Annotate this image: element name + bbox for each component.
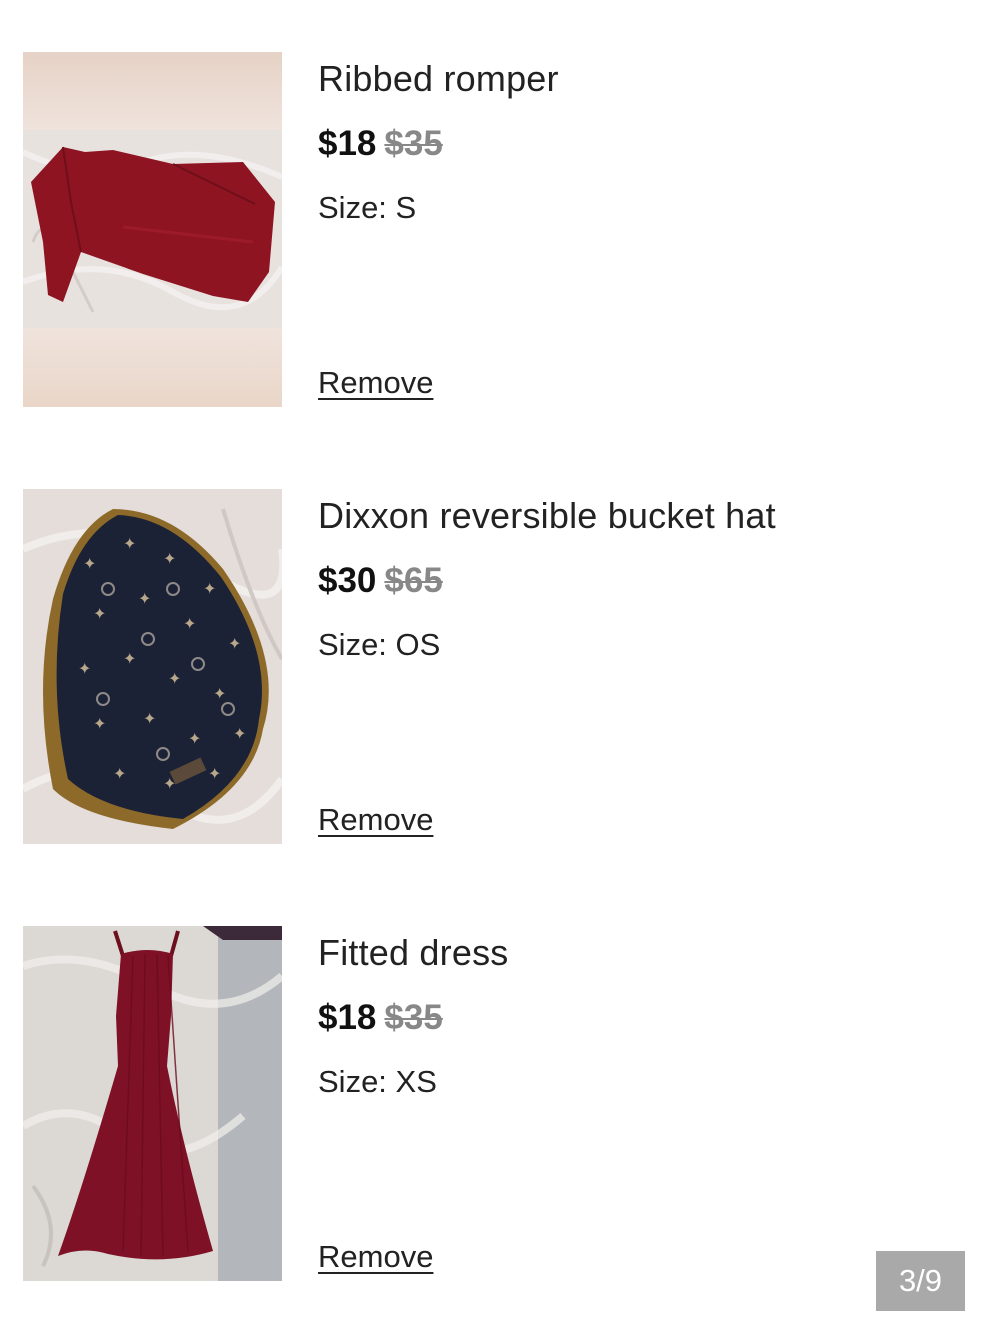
sale-price: $18 — [318, 998, 377, 1037]
svg-text:✦: ✦ — [208, 764, 221, 783]
svg-text:✦: ✦ — [233, 724, 246, 743]
svg-text:✦: ✦ — [213, 684, 226, 703]
svg-text:✦: ✦ — [138, 589, 151, 608]
svg-text:✦: ✦ — [168, 669, 181, 688]
svg-text:✦: ✦ — [123, 534, 136, 553]
remove-link[interactable]: Remove — [318, 365, 433, 401]
svg-text:✦: ✦ — [183, 614, 196, 633]
original-price: $35 — [384, 998, 443, 1037]
price-row: $30 $65 — [318, 561, 443, 601]
remove-link[interactable]: Remove — [318, 802, 433, 838]
svg-text:✦: ✦ — [93, 604, 106, 623]
svg-text:✦: ✦ — [163, 549, 176, 568]
original-price: $65 — [384, 561, 443, 600]
size-label: Size: S — [318, 190, 417, 225]
cart-item: Ribbed romper $18 $35 Size: S Remove — [0, 52, 1000, 412]
svg-text:✦: ✦ — [188, 729, 201, 748]
price-row: $18 $35 — [318, 124, 443, 164]
svg-text:✦: ✦ — [93, 714, 106, 733]
price-row: $18 $35 — [318, 998, 443, 1038]
svg-text:✦: ✦ — [78, 659, 91, 678]
svg-text:✦: ✦ — [203, 579, 216, 598]
size-label: Size: XS — [318, 1064, 437, 1099]
product-image-bucket-hat[interactable]: ✦ ✦ ✦ ✦ ✦ ✦ ✦ ✦ ✦ ✦ ✦ ✦ ✦ ✦ ✦ ✦ ✦ ✦ ✦ — [23, 489, 282, 844]
sale-price: $30 — [318, 561, 377, 600]
product-image-romper[interactable] — [23, 52, 282, 407]
sale-price: $18 — [318, 124, 377, 163]
product-title[interactable]: Dixxon reversible bucket hat — [318, 495, 776, 537]
original-price: $35 — [384, 124, 443, 163]
svg-text:✦: ✦ — [123, 649, 136, 668]
product-title[interactable]: Ribbed romper — [318, 58, 559, 100]
cart-item: ✦ ✦ ✦ ✦ ✦ ✦ ✦ ✦ ✦ ✦ ✦ ✦ ✦ ✦ ✦ ✦ ✦ ✦ ✦ Dixxon reversibl… — [0, 489, 1000, 849]
svg-text:✦: ✦ — [113, 764, 126, 783]
remove-link[interactable]: Remove — [318, 1239, 433, 1275]
svg-text:✦: ✦ — [143, 709, 156, 728]
image-counter-badge: 3/9 — [876, 1251, 965, 1311]
product-image-dress[interactable] — [23, 926, 282, 1281]
svg-text:✦: ✦ — [83, 554, 96, 573]
cart-item: Fitted dress $18 $35 Size: XS Remove — [0, 926, 1000, 1286]
product-title[interactable]: Fitted dress — [318, 932, 508, 974]
svg-text:✦: ✦ — [228, 634, 241, 653]
size-label: Size: OS — [318, 627, 441, 662]
